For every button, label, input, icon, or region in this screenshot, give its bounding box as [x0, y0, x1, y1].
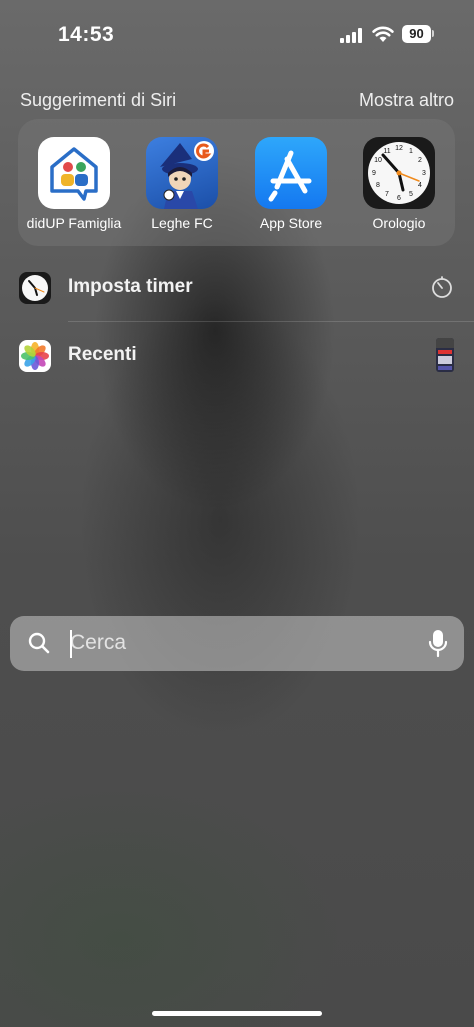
microphone-icon[interactable] [428, 629, 448, 659]
status-bar: 14:53 90 [0, 0, 474, 70]
photo-thumbnail [436, 338, 454, 372]
status-time: 14:53 [58, 23, 115, 46]
search-icon [28, 632, 50, 654]
search-bar[interactable] [10, 616, 464, 671]
svg-text:7: 7 [385, 191, 389, 198]
siri-suggestions-title: Suggerimenti di Siri [20, 90, 177, 110]
app-orologio[interactable]: 12 1 2 345 678 9 10 11 Orologio [349, 137, 449, 231]
app-label: App Store [259, 215, 323, 231]
svg-text:4: 4 [418, 182, 422, 189]
app-label: Leghe FC [151, 215, 213, 231]
cellular-signal-icon [340, 28, 364, 43]
search-input[interactable] [62, 626, 410, 660]
clock-app-icon [19, 272, 51, 304]
siri-suggestions-card: didUP Famiglia Leghe FC App Store 12 1 2… [18, 119, 455, 246]
shortcut-label: Recenti [68, 344, 137, 365]
show-more-button[interactable]: Mostra altro [359, 90, 454, 111]
svg-text:6: 6 [397, 195, 401, 202]
shortcut-row-recent-photos[interactable]: Recenti [0, 323, 474, 389]
svg-text:8: 8 [376, 182, 380, 189]
text-cursor [70, 630, 72, 658]
svg-text:9: 9 [372, 170, 376, 177]
shortcut-label: Imposta timer [68, 276, 193, 297]
battery-indicator: 90 [402, 25, 431, 43]
app-app-store[interactable]: App Store [241, 137, 341, 231]
svg-text:5: 5 [409, 191, 413, 198]
svg-text:10: 10 [374, 157, 382, 164]
shortcut-row-set-timer[interactable]: Imposta timer [0, 255, 474, 321]
app-label: Orologio [372, 215, 426, 231]
app-store-app-icon [255, 137, 327, 209]
svg-text:2: 2 [418, 157, 422, 164]
leghe-fc-app-icon [146, 137, 218, 209]
svg-text:1: 1 [409, 148, 413, 155]
battery-cap [432, 30, 434, 37]
app-didup-famiglia[interactable]: didUP Famiglia [24, 137, 124, 231]
app-label: didUP Famiglia [26, 215, 122, 231]
photos-app-icon [19, 340, 51, 372]
svg-text:3: 3 [422, 170, 426, 177]
app-leghe-fc[interactable]: Leghe FC [132, 137, 232, 231]
svg-text:11: 11 [383, 148, 390, 155]
clock-app-icon: 12 1 2 345 678 9 10 11 [363, 137, 435, 209]
svg-text:12: 12 [395, 145, 403, 152]
timer-icon [432, 276, 452, 298]
home-indicator[interactable] [152, 1011, 322, 1016]
wifi-icon [372, 26, 394, 42]
didup-famiglia-app-icon [38, 137, 110, 209]
row-divider [68, 321, 474, 322]
